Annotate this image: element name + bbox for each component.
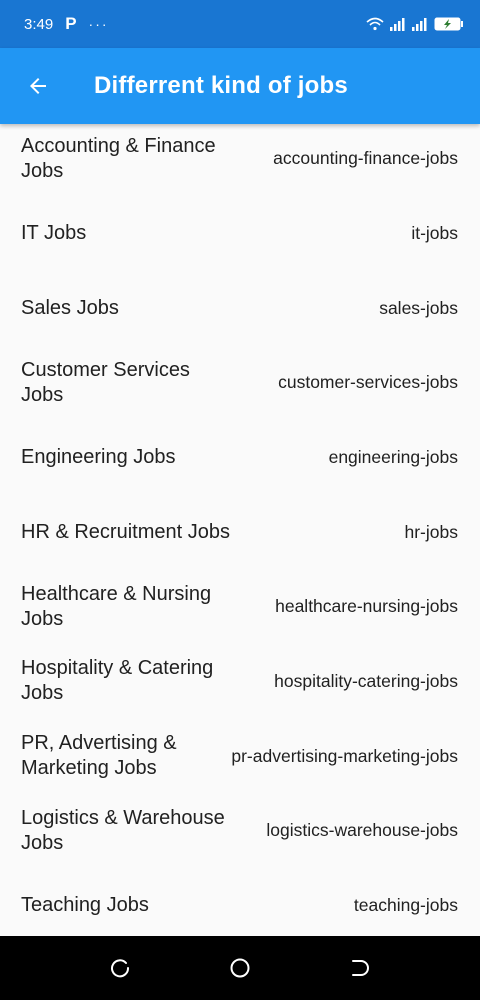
job-title: Logistics & Warehouse Jobs xyxy=(21,806,225,854)
arrow-back-icon xyxy=(30,78,46,94)
list-item[interactable]: Accounting & Finance Jobs accounting-fin… xyxy=(0,124,480,196)
status-bar: 3:49 P ··· xyxy=(0,0,480,48)
list-item[interactable]: Healthcare & Nursing Jobs healthcare-nur… xyxy=(0,569,480,644)
job-title: Customer Services Jobs xyxy=(21,358,190,406)
job-title: HR & Recruitment Jobs xyxy=(21,520,230,543)
list-item[interactable]: Teaching Jobs teaching-jobs xyxy=(0,868,480,936)
page-title: Differrent kind of jobs xyxy=(94,72,348,99)
recent-apps-icon xyxy=(111,959,130,978)
wifi-icon xyxy=(366,17,384,31)
job-slug: engineering-jobs xyxy=(328,446,458,467)
back-button[interactable] xyxy=(18,66,58,106)
job-title: Healthcare & Nursing Jobs xyxy=(21,582,212,630)
home-icon xyxy=(230,958,250,978)
job-slug: teaching-jobs xyxy=(353,895,458,916)
list-item[interactable]: Logistics & Warehouse Jobs logistics-war… xyxy=(0,794,480,869)
jobs-list: Accounting & Finance Jobs accounting-fin… xyxy=(0,124,480,936)
job-title: Accounting & Finance Jobs xyxy=(21,135,216,182)
job-title: Teaching Jobs xyxy=(21,894,149,917)
job-slug: it-jobs xyxy=(411,222,458,243)
job-title: Engineering Jobs xyxy=(21,445,176,468)
job-slug: customer-services-jobs xyxy=(278,372,458,393)
app-notification-icon: P xyxy=(65,14,77,33)
recent-apps-button[interactable] xyxy=(100,948,140,988)
job-slug: healthcare-nursing-jobs xyxy=(275,596,458,617)
list-item[interactable]: IT Jobs it-jobs xyxy=(0,196,480,271)
job-slug: pr-advertising-marketing-jobs xyxy=(231,745,458,766)
home-button[interactable] xyxy=(220,948,260,988)
system-nav-bar xyxy=(0,936,480,1000)
job-title: PR, Advertising & Marketing Jobs xyxy=(21,732,177,780)
list-item[interactable]: PR, Advertising & Marketing Jobs pr-adve… xyxy=(0,719,480,794)
list-item[interactable]: Sales Jobs sales-jobs xyxy=(0,271,480,346)
back-icon xyxy=(352,960,369,976)
job-slug: hospitality-catering-jobs xyxy=(274,670,458,691)
list-item[interactable]: Hospitality & Catering Jobs hospitality-… xyxy=(0,644,480,719)
status-time: 3:49 xyxy=(24,15,54,33)
job-title: Sales Jobs xyxy=(21,296,119,319)
list-item[interactable]: HR & Recruitment Jobs hr-jobs xyxy=(0,495,480,570)
status-icons xyxy=(366,17,464,31)
signal-icon xyxy=(390,18,405,31)
more-notifications-icon: ··· xyxy=(88,16,109,32)
list-item[interactable]: Customer Services Jobs customer-services… xyxy=(0,345,480,420)
battery-charging-icon xyxy=(434,17,463,31)
signal-icon xyxy=(412,18,427,31)
job-slug: sales-jobs xyxy=(379,297,458,318)
list-item[interactable]: Engineering Jobs engineering-jobs xyxy=(0,420,480,495)
back-nav-button[interactable] xyxy=(340,948,380,988)
job-title: Hospitality & Catering Jobs xyxy=(21,657,214,705)
app-bar: Differrent kind of jobs xyxy=(0,48,480,124)
job-title: IT Jobs xyxy=(21,221,87,244)
job-slug: accounting-finance-jobs xyxy=(273,148,458,168)
job-slug: hr-jobs xyxy=(404,521,459,542)
job-slug: logistics-warehouse-jobs xyxy=(266,820,458,841)
